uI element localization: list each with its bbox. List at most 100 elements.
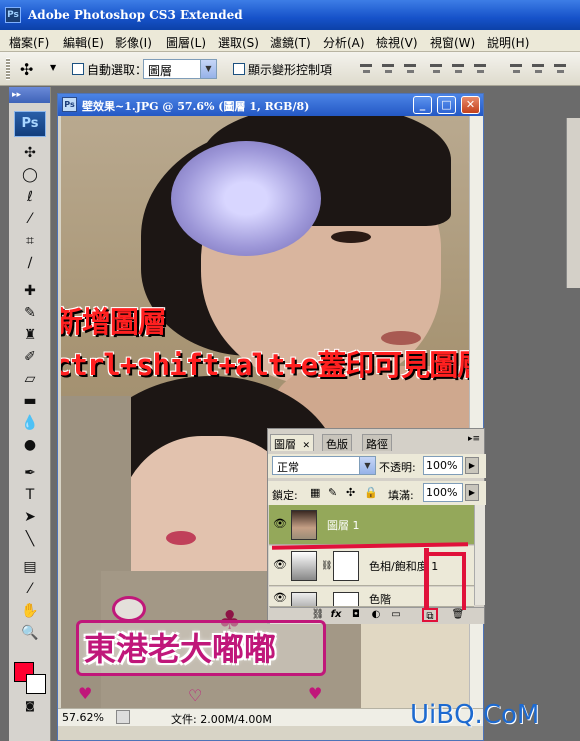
hand-icon[interactable]: ✋ [17,601,43,621]
align-top-icon[interactable] [358,60,374,78]
logo-emblem [112,596,146,622]
slice-icon[interactable]: ∕ [17,253,43,273]
path-select-icon[interactable]: ➤ [17,507,43,527]
tab-channels[interactable]: 色版 [322,434,352,451]
menu-view[interactable]: 檢視(V) [376,34,418,51]
menu-edit[interactable]: 編輯(E) [63,34,104,51]
quick-mask-icon[interactable]: ◙ [17,697,43,717]
brush-icon[interactable]: ✎ [17,303,43,323]
toolbox-header[interactable]: ▸▸ [9,87,50,103]
adjustment-layer-icon[interactable]: ◐ [368,608,384,622]
dodge-icon[interactable]: ● [17,435,43,455]
opacity-slider-arrow[interactable]: ▶ [465,457,479,474]
notes-icon[interactable]: ▤ [17,557,43,577]
align-left-icon[interactable] [428,60,444,78]
options-grip[interactable] [6,58,10,80]
lock-transparency-icon[interactable]: ▦ [310,486,320,499]
document-ps-icon: Ps [62,97,77,112]
opacity-input[interactable]: 100% [423,456,463,475]
layer-row-layer1[interactable]: 👁 圖層 1 [269,505,474,545]
chevron-down-icon[interactable]: ▼ [50,63,56,72]
new-layer-icon[interactable]: ⧉ [422,608,438,622]
clone-stamp-icon[interactable]: ♜ [17,325,43,345]
distribute-vcenter-icon[interactable] [530,60,546,78]
history-brush-icon[interactable]: ✐ [17,347,43,367]
heart-icon: ♥ [308,684,323,703]
gradient-icon[interactable]: ▬ [17,391,43,411]
tab-layers[interactable]: 圖層 ✕ [270,434,315,451]
opacity-label: 不透明: [379,461,416,474]
menu-analysis[interactable]: 分析(A) [323,34,365,51]
align-hcenter-icon[interactable] [450,60,466,78]
fill-input[interactable]: 100% [423,483,463,502]
menu-select[interactable]: 選取(S) [218,34,259,51]
align-right-icon[interactable] [472,60,488,78]
lasso-icon[interactable]: ℓ [17,187,43,207]
distribute-bottom-icon[interactable] [552,60,568,78]
eye-icon[interactable]: 👁 [273,517,287,530]
add-mask-icon[interactable]: ◘ [348,608,364,622]
app-title-bar: Ps Adobe Photoshop CS3 Extended [0,0,580,30]
lock-position-icon[interactable]: ✣ [346,486,355,499]
layer-name: 圖層 1 [327,519,360,532]
new-group-icon[interactable]: ▭ [388,608,404,622]
tab-layers-label: 圖層 [274,438,296,451]
layers-scrollbar[interactable] [474,505,485,605]
type-icon[interactable]: T [17,485,43,505]
magic-wand-icon[interactable]: ⁄ [17,209,43,229]
menu-bar: 檔案(F) 編輯(E) 影像(I) 圖層(L) 選取(S) 濾鏡(T) 分析(A… [0,30,580,52]
close-button[interactable]: ✕ [461,96,480,114]
move-tool-preset-icon[interactable]: ✣ [20,60,33,79]
close-icon[interactable]: ✕ [303,441,311,451]
eye-upper [331,231,371,243]
fill-slider-arrow[interactable]: ▶ [465,484,479,501]
align-vcenter-icon[interactable] [380,60,396,78]
show-transform-checkbox[interactable] [233,63,245,75]
panel-menu-icon[interactable]: ▸≡ [468,434,480,444]
lips-lower [166,531,196,545]
crop-icon[interactable]: ⌗ [17,231,43,251]
move-icon[interactable]: ✣ [17,143,43,163]
marquee-icon[interactable]: ◯ [17,165,43,185]
options-bar: ✣ ▼ 自動選取： 圖層 ▼ 顯示變形控制項 [0,52,580,86]
auto-select-checkbox[interactable] [72,63,84,75]
distribute-top-icon[interactable] [508,60,524,78]
annotation-arrow-bar-right [462,552,466,610]
background-color-swatch[interactable] [26,674,46,694]
menu-help[interactable]: 說明(H) [487,34,529,51]
pen-icon[interactable]: ✒ [17,463,43,483]
menu-file[interactable]: 檔案(F) [9,34,49,51]
app-title: Adobe Photoshop CS3 Extended [28,8,243,22]
toolbox-ps-logo[interactable]: Ps [14,111,46,137]
menu-window[interactable]: 視窗(W) [430,34,475,51]
eyedropper-icon[interactable]: ⁄ [17,579,43,599]
delete-layer-icon[interactable]: 🗑 [450,608,466,622]
menu-image[interactable]: 影像(I) [115,34,152,51]
menu-filter[interactable]: 濾鏡(T) [270,34,311,51]
document-title-bar[interactable]: Ps 壁效果~1.JPG @ 57.6% (圖層 1, RGB/8) _ □ ✕ [58,94,483,116]
layers-panel: 圖層 ✕ 色版 路徑 ▸≡ 正常 ▼ 不透明: 100% ▶ 鎖定: ▦ ✎ ✣… [267,428,486,624]
tab-paths[interactable]: 路徑 [362,434,392,451]
eraser-icon[interactable]: ▱ [17,369,43,389]
line-icon[interactable]: ╲ [17,529,43,549]
flower-hairpiece [171,141,321,256]
chevron-down-icon: ▼ [200,60,216,78]
heart-icon: ♡ [188,686,203,705]
lock-all-icon[interactable]: 🔒 [364,486,378,499]
maximize-button[interactable]: □ [437,96,456,114]
menu-layer[interactable]: 圖層(L) [166,34,206,51]
blend-mode-dropdown[interactable]: 正常 ▼ [272,456,376,475]
right-panel-dock[interactable] [566,118,580,288]
align-bottom-icon[interactable] [402,60,418,78]
lock-pixels-icon[interactable]: ✎ [328,486,337,499]
blend-row: 正常 ▼ 不透明: 100% ▶ [268,454,486,478]
healing-icon[interactable]: ✚ [17,281,43,301]
annotation-step1: 1.新增圖層 [61,305,167,339]
eye-icon[interactable]: 👁 [273,558,287,571]
minimize-button[interactable]: _ [413,96,432,114]
zoom-icon[interactable]: 🔍 [17,623,43,643]
layer-thumbnail [291,510,317,540]
auto-select-dropdown[interactable]: 圖層 ▼ [143,59,217,79]
chevron-down-icon: ▼ [359,457,375,474]
blur-icon[interactable]: 💧 [17,413,43,433]
